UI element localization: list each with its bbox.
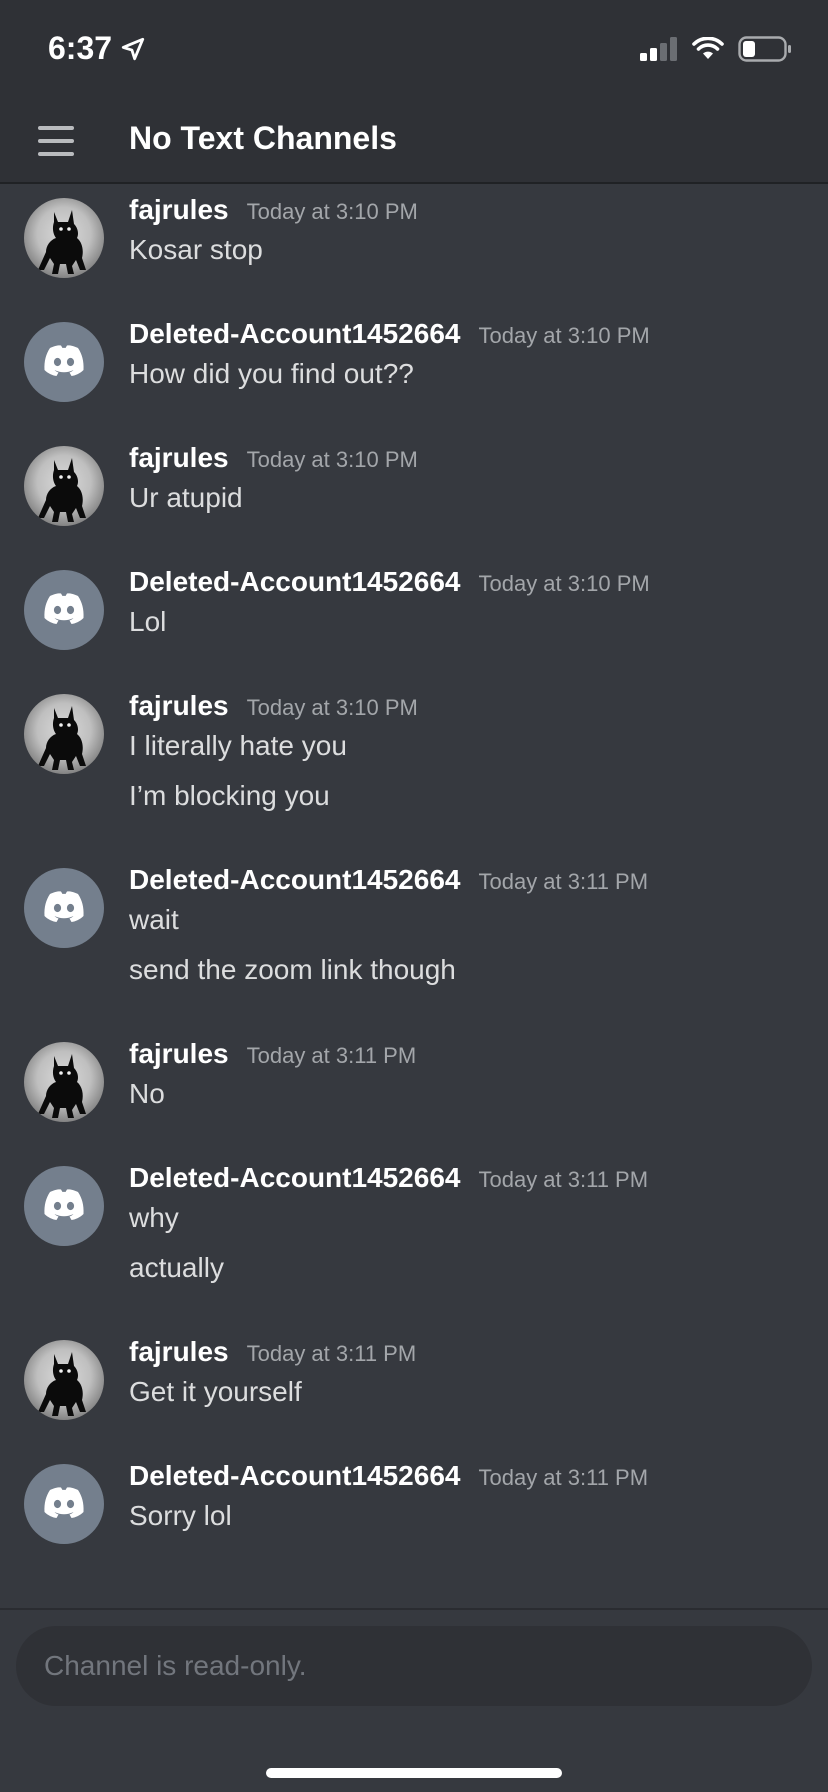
username[interactable]: fajrules <box>129 1038 229 1070</box>
discord-logo-icon <box>44 891 84 922</box>
username[interactable]: fajrules <box>129 442 229 474</box>
message-text: actually <box>129 1252 224 1283</box>
message[interactable]: Deleted-Account1452664 Today at 3:11 PM wa… <box>0 854 828 1024</box>
black-cat-icon <box>38 210 86 274</box>
message[interactable]: Deleted-Account1452664 Today at 3:10 PM Ho… <box>0 308 828 428</box>
message[interactable]: fajrules Today at 3:11 PM No <box>0 1028 828 1148</box>
username[interactable]: Deleted-Account1452664 <box>129 318 460 350</box>
message-header: fajrules Today at 3:10 PM <box>129 442 418 474</box>
composer-area: Channel is read-only. <box>0 1608 828 1792</box>
home-indicator[interactable] <box>266 1768 562 1778</box>
black-cat-icon <box>38 1054 86 1118</box>
message-text: Sorry lol <box>129 1500 232 1531</box>
avatar[interactable] <box>24 570 104 650</box>
message-text: I literally hate you <box>129 730 347 761</box>
message-header: Deleted-Account1452664 Today at 3:11 PM <box>129 1460 648 1492</box>
avatar[interactable] <box>24 1464 104 1544</box>
message-text: Ur atupid <box>129 482 243 513</box>
message-text: No <box>129 1078 165 1109</box>
avatar[interactable] <box>24 694 104 774</box>
message-header: fajrules Today at 3:10 PM <box>129 194 418 226</box>
discord-logo-icon <box>44 1189 84 1220</box>
location-arrow-icon <box>121 37 145 60</box>
status-bar: 6:37 <box>0 0 828 100</box>
message-header: Deleted-Account1452664 Today at 3:10 PM <box>129 566 650 598</box>
username[interactable]: Deleted-Account1452664 <box>129 864 460 896</box>
message-text: Lol <box>129 606 167 637</box>
message-header: fajrules Today at 3:11 PM <box>129 1336 416 1368</box>
black-cat-icon <box>38 1352 86 1416</box>
hamburger-menu-icon[interactable] <box>38 126 74 156</box>
message-text: I’m blocking you <box>129 780 330 811</box>
username[interactable]: fajrules <box>129 1336 229 1368</box>
avatar[interactable] <box>24 446 104 526</box>
message-text: How did you find out?? <box>129 358 414 389</box>
clock: 6:37 <box>48 30 113 66</box>
wifi-icon <box>692 37 724 59</box>
username[interactable]: Deleted-Account1452664 <box>129 1162 460 1194</box>
username[interactable]: Deleted-Account1452664 <box>129 1460 460 1492</box>
message[interactable]: Deleted-Account1452664 Today at 3:11 PM So… <box>0 1450 828 1570</box>
timestamp: Today at 3:10 PM <box>478 323 650 348</box>
avatar[interactable] <box>24 322 104 402</box>
avatar[interactable] <box>24 1166 104 1246</box>
discord-logo-icon <box>44 1487 84 1518</box>
timestamp: Today at 3:11 PM <box>478 869 649 894</box>
message[interactable]: Deleted-Account1452664 Today at 3:10 PM Lo… <box>0 556 828 676</box>
message-header: Deleted-Account1452664 Today at 3:10 PM <box>129 318 650 350</box>
username[interactable]: fajrules <box>129 194 229 226</box>
message[interactable]: fajrules Today at 3:10 PM I literally hate… <box>0 680 828 850</box>
channel-header: No Text Channels <box>0 100 828 184</box>
message[interactable]: Deleted-Account1452664 Today at 3:11 PM wh… <box>0 1152 828 1322</box>
discord-logo-icon <box>44 593 84 624</box>
timestamp: Today at 3:11 PM <box>246 1341 417 1366</box>
discord-logo-icon <box>44 345 84 376</box>
timestamp: Today at 3:10 PM <box>246 695 418 720</box>
message-text: send the zoom link though <box>129 954 456 985</box>
message-text: Kosar stop <box>129 234 263 265</box>
message[interactable]: fajrules Today at 3:10 PM Kosar stop <box>0 184 828 304</box>
status-time: 6:37 <box>48 30 146 67</box>
message-text: wait <box>129 904 179 935</box>
timestamp: Today at 3:11 PM <box>478 1465 649 1490</box>
username[interactable]: fajrules <box>129 690 229 722</box>
black-cat-icon <box>38 458 86 522</box>
message-text: Get it yourself <box>129 1376 302 1407</box>
channel-title: No Text Channels <box>129 120 397 156</box>
message[interactable]: fajrules Today at 3:10 PM Ur atupid <box>0 432 828 552</box>
message-header: Deleted-Account1452664 Today at 3:11 PM <box>129 1162 648 1194</box>
message-text: why <box>129 1202 179 1233</box>
message[interactable]: fajrules Today at 3:11 PM Get it yourself <box>0 1326 828 1446</box>
avatar[interactable] <box>24 868 104 948</box>
timestamp: Today at 3:10 PM <box>246 447 418 472</box>
message-header: fajrules Today at 3:11 PM <box>129 1038 416 1070</box>
avatar[interactable] <box>24 1340 104 1420</box>
timestamp: Today at 3:11 PM <box>478 1167 649 1192</box>
timestamp: Today at 3:11 PM <box>246 1043 417 1068</box>
battery-icon <box>738 36 791 62</box>
message-list[interactable]: fajrules Today at 3:10 PM Kosar stop Delete… <box>0 184 828 1608</box>
username[interactable]: Deleted-Account1452664 <box>129 566 460 598</box>
message-input[interactable]: Channel is read-only. <box>16 1626 812 1706</box>
message-header: Deleted-Account1452664 Today at 3:11 PM <box>129 864 648 896</box>
message-input-placeholder: Channel is read-only. <box>44 1650 307 1681</box>
timestamp: Today at 3:10 PM <box>478 571 650 596</box>
status-icons <box>640 36 792 62</box>
black-cat-icon <box>38 706 86 770</box>
timestamp: Today at 3:10 PM <box>246 199 418 224</box>
message-header: fajrules Today at 3:10 PM <box>129 690 418 722</box>
avatar[interactable] <box>24 198 104 278</box>
cellular-signal-icon <box>640 37 677 61</box>
avatar[interactable] <box>24 1042 104 1122</box>
